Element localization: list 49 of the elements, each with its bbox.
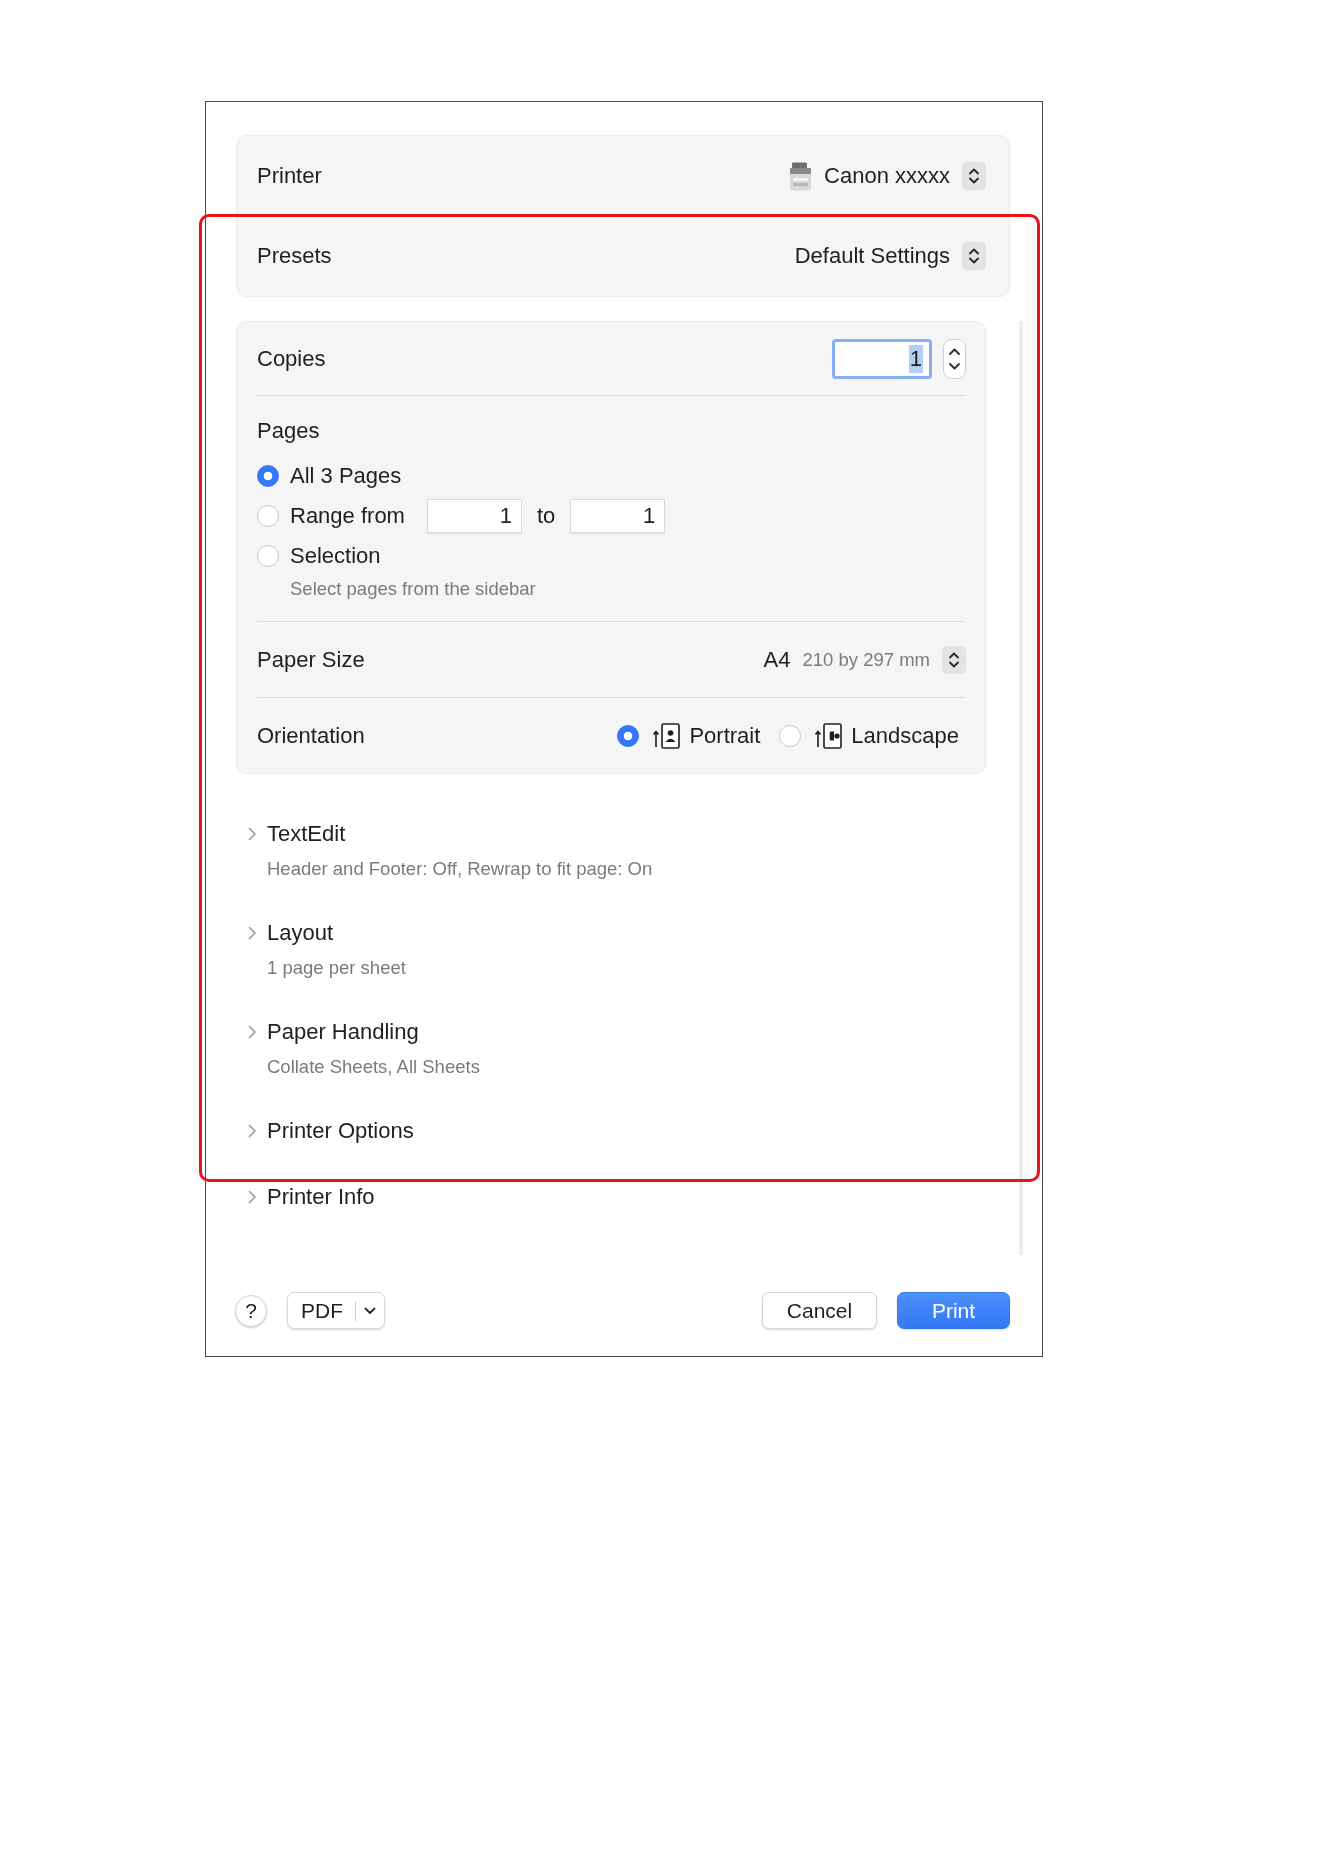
cancel-button[interactable]: Cancel <box>762 1292 877 1329</box>
up-down-chevron-icon <box>942 645 966 674</box>
up-down-chevron-icon <box>962 162 986 190</box>
section-title[interactable]: Printer Info <box>267 1182 986 1212</box>
range-from-field[interactable]: 1 <box>426 499 522 533</box>
section-summary: 1 page per sheet <box>267 956 407 980</box>
stepper-icon[interactable] <box>943 338 966 379</box>
option-label: Landscape <box>851 721 959 750</box>
option-label: Range from <box>290 502 405 530</box>
pages-label: Pages <box>257 417 321 445</box>
paper-size-label: Paper Size <box>257 645 365 674</box>
option-label: Portrait <box>689 721 761 750</box>
chevron-right-icon[interactable] <box>248 1190 257 1204</box>
printer-label: Printer <box>257 162 322 190</box>
range-to-field[interactable]: 1 <box>570 499 666 533</box>
printer-icon <box>789 161 813 191</box>
chevron-down-icon <box>364 1306 376 1315</box>
presets-label: Presets <box>257 242 332 270</box>
radio-button[interactable] <box>257 465 279 487</box>
radio-button[interactable] <box>257 545 279 567</box>
printer-popup[interactable]: Canon xxxxx <box>789 161 986 191</box>
chevron-right-icon[interactable] <box>248 827 257 841</box>
radio-button[interactable] <box>257 505 279 527</box>
orientation-label: Orientation <box>257 721 365 750</box>
portrait-orientation-icon <box>653 722 681 749</box>
option-hint: Select pages from the sidebar <box>290 577 537 601</box>
paper-size-popup[interactable]: A4 210 by 297 mm <box>763 644 966 675</box>
section-title[interactable]: TextEdit <box>267 819 986 849</box>
chevron-right-icon[interactable] <box>248 1025 257 1039</box>
option-label: All 3 Pages <box>290 462 402 490</box>
chevron-right-icon[interactable] <box>248 1124 257 1138</box>
section-summary: Header and Footer: Off, Rewrap to fit page: On <box>267 857 654 881</box>
range-to-label: to <box>536 503 556 529</box>
radio-button[interactable] <box>617 724 640 747</box>
presets-popup[interactable]: Default Settings <box>794 241 986 271</box>
section-title[interactable]: Layout <box>267 918 986 948</box>
option-label: Selection <box>290 542 381 570</box>
pdf-menu-button[interactable]: PDF <box>287 1292 385 1329</box>
up-down-chevron-icon <box>962 242 986 270</box>
copies-field[interactable]: 1 <box>832 338 932 379</box>
section-summary: Collate Sheets, All Sheets <box>267 1055 481 1079</box>
copies-label: Copies <box>257 344 326 373</box>
chevron-right-icon[interactable] <box>248 926 257 940</box>
radio-button[interactable] <box>779 724 802 747</box>
print-button[interactable]: Print <box>897 1292 1010 1329</box>
help-button[interactable]: ? <box>235 1294 267 1327</box>
section-title[interactable]: Paper Handling <box>267 1017 986 1047</box>
section-title[interactable]: Printer Options <box>267 1116 986 1146</box>
landscape-orientation-icon <box>815 722 843 749</box>
